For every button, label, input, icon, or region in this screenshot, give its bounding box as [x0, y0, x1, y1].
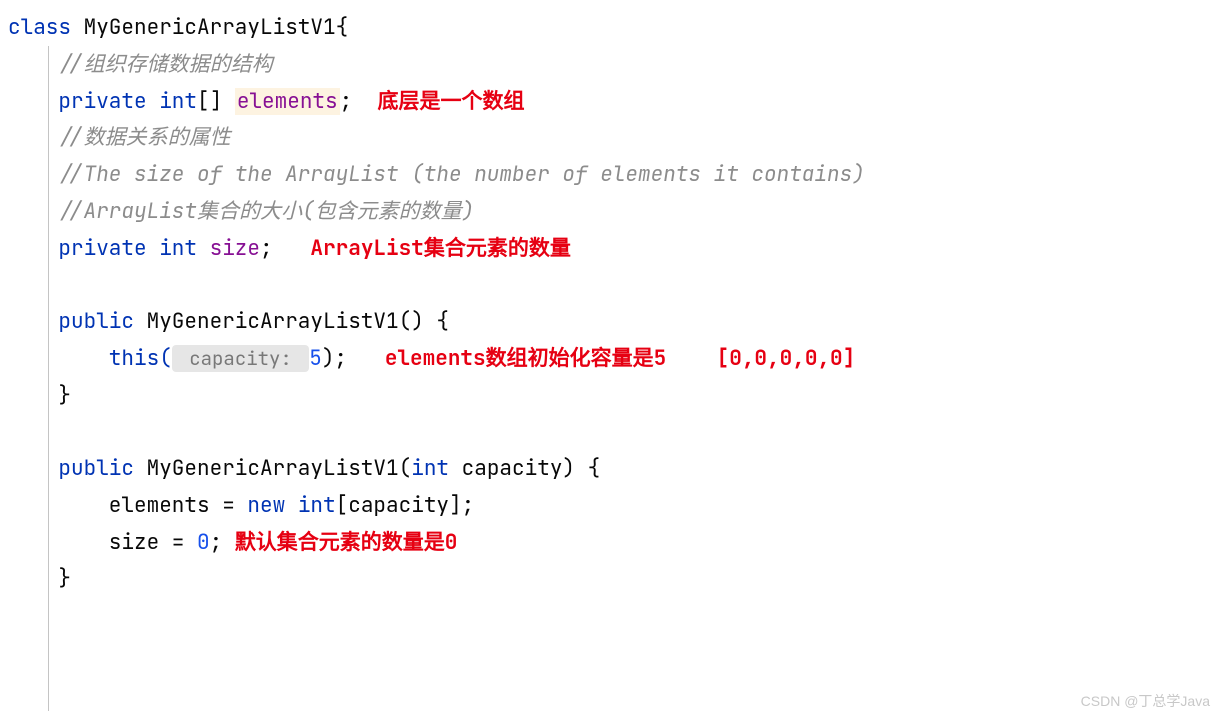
class-name: MyGenericArrayListV1{ [71, 14, 348, 41]
code-line-2: //组织存储数据的结构 [8, 47, 1216, 84]
code-line-6: //ArrayList集合的大小(包含元素的数量) [8, 194, 1216, 231]
brackets: [] [197, 88, 235, 115]
constructor-name-2: MyGenericArrayListV1( [147, 455, 412, 482]
keyword-private: private [8, 235, 159, 262]
semicolon: ; [260, 235, 310, 262]
code-line-5: //The size of the ArrayList (the number … [8, 157, 1216, 194]
code-line-13: public MyGenericArrayListV1(int capacity… [8, 451, 1216, 488]
comment-size-en: //The size of the ArrayList (the number … [8, 161, 865, 188]
field-size: size [210, 235, 260, 262]
indent-guide-main [48, 46, 49, 711]
comment-size-cn: //ArrayList集合的大小(包含元素的数量) [8, 198, 474, 225]
literal-0: 0 [197, 529, 210, 556]
close-brace: } [8, 382, 71, 409]
keyword-public: public [8, 455, 147, 482]
param-capacity: capacity) { [449, 455, 600, 482]
keyword-int: int [159, 235, 209, 262]
keyword-this: this( [8, 345, 172, 372]
code-line-16: } [8, 561, 1216, 598]
param-hint-capacity: capacity: [172, 345, 309, 372]
annotation-init: elements数组初始化容量是5 [0,0,0,0,0] [385, 345, 855, 372]
code-line-10: this( capacity: 5); elements数组初始化容量是5 [0… [8, 341, 1216, 378]
watermark: CSDN @丁总学Java [1081, 689, 1210, 714]
code-line-1: class MyGenericArrayListV1{ [8, 10, 1216, 47]
keyword-public: public [8, 308, 147, 335]
keyword-new: new [247, 492, 297, 519]
array-alloc: [capacity]; [336, 492, 475, 519]
code-line-9: public MyGenericArrayListV1() { [8, 304, 1216, 341]
comment-attr: //数据关系的属性 [8, 124, 231, 151]
assign-size: size = [8, 529, 197, 556]
code-line-7: private int size; ArrayList集合元素的数量 [8, 231, 1216, 268]
keyword-private: private [8, 88, 159, 115]
annotation-array: 底层是一个数组 [377, 88, 524, 115]
code-line-4: //数据关系的属性 [8, 120, 1216, 157]
keyword-int: int [159, 88, 197, 115]
code-line-15: size = 0; 默认集合元素的数量是0 [8, 525, 1216, 562]
keyword-int: int [298, 492, 336, 519]
code-line-3: private int[] elements; 底层是一个数组 [8, 84, 1216, 121]
keyword-class: class [8, 14, 71, 41]
annotation-count: ArrayList集合元素的数量 [310, 235, 570, 262]
annotation-default: 默认集合元素的数量是0 [235, 529, 458, 556]
constructor-name: MyGenericArrayListV1() { [147, 308, 449, 335]
assign-elements: elements = [8, 492, 247, 519]
code-line-12-blank [8, 414, 1216, 451]
code-line-11: } [8, 378, 1216, 415]
close-paren: ); [322, 345, 385, 372]
semicolon: ; [210, 529, 235, 556]
keyword-int: int [411, 455, 449, 482]
code-line-14: elements = new int[capacity]; [8, 488, 1216, 525]
field-elements: elements [235, 88, 340, 115]
semicolon: ; [340, 88, 378, 115]
close-brace-2: } [8, 565, 71, 592]
literal-5: 5 [309, 345, 322, 372]
code-line-8-blank [8, 267, 1216, 304]
